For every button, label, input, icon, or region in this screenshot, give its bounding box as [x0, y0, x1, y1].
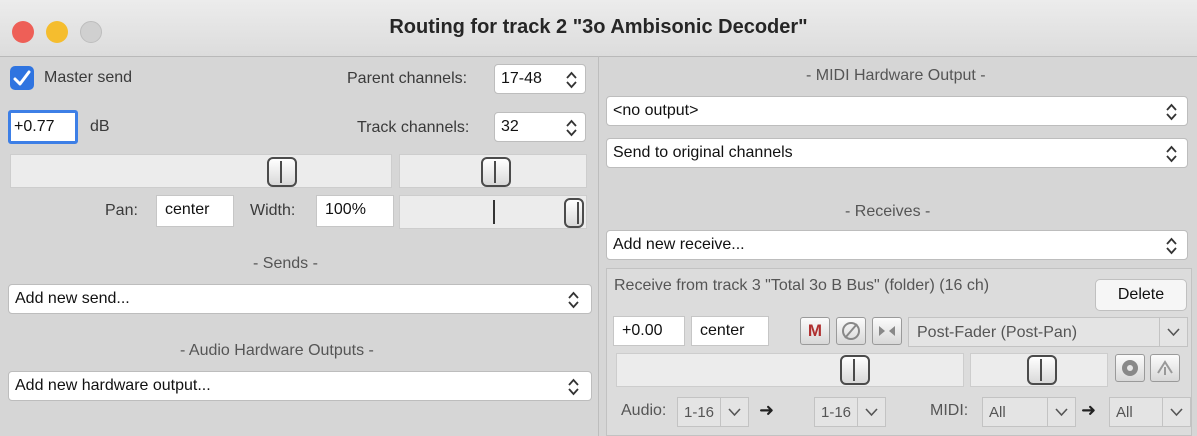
delete-receive-button[interactable]: Delete [1095, 279, 1187, 311]
add-hardware-output-select[interactable]: Add new hardware output... [8, 371, 592, 401]
chevron-down-icon [865, 408, 878, 417]
phase-icon [842, 322, 860, 340]
receive-title: Receive from track 3 "Total 3o B Bus" (f… [614, 277, 990, 294]
receive-envelope-button[interactable] [1115, 354, 1145, 382]
receive-volume-slider[interactable] [616, 353, 964, 387]
midi-output-device-select[interactable]: <no output> [606, 96, 1188, 126]
midi-source-value: All [989, 404, 1006, 421]
updown-chevron-icon [568, 378, 579, 396]
updown-chevron-icon [1166, 237, 1177, 255]
mute-button[interactable]: M [800, 317, 830, 345]
midi-output-heading: - MIDI Hardware Output - [806, 67, 986, 84]
mono-stereo-button[interactable] [872, 317, 902, 345]
gear-icon [1122, 360, 1138, 376]
dropdown-arrow [1159, 318, 1187, 346]
receive-volume-input[interactable]: +0.00 [613, 316, 685, 346]
master-volume-slider[interactable] [10, 154, 392, 188]
parent-channels-label: Parent channels: [347, 70, 468, 87]
midi-output-device-value: <no output> [613, 102, 699, 119]
parent-channels-value: 17-48 [501, 70, 542, 87]
automation-icon [1157, 360, 1173, 375]
track-channels-value: 32 [501, 118, 519, 135]
column-divider [598, 56, 599, 436]
updown-chevron-icon [566, 119, 577, 137]
audio-arrow-icon: ➜ [759, 400, 775, 420]
add-hardware-output-label: Add new hardware output... [15, 377, 211, 394]
midi-label: MIDI: [930, 402, 969, 419]
receive-pan-slider[interactable] [970, 353, 1108, 387]
receive-automation-button[interactable] [1150, 354, 1180, 382]
master-send-checkbox[interactable] [10, 66, 34, 90]
routing-window: Routing for track 2 "3o Ambisonic Decode… [0, 0, 1197, 436]
midi-arrow-icon: ➜ [1081, 400, 1097, 420]
dropdown-arrow [1047, 398, 1075, 426]
audio-source-select[interactable]: 1-16 [677, 397, 749, 427]
volume-unit-label: dB [90, 118, 110, 135]
midi-destination-select[interactable]: All [1109, 397, 1191, 427]
midi-channel-mode-value: Send to original channels [613, 144, 793, 161]
master-pan-slider[interactable] [399, 154, 587, 188]
add-send-select[interactable]: Add new send... [8, 284, 592, 314]
midi-channel-mode-select[interactable]: Send to original channels [606, 138, 1188, 168]
receive-volume-handle[interactable] [840, 355, 870, 385]
parent-channels-select[interactable]: 17-48 [494, 64, 586, 94]
receives-heading: - Receives - [845, 203, 931, 220]
updown-chevron-icon [1166, 145, 1177, 163]
receive-pan-handle[interactable] [1027, 355, 1057, 385]
width-label: Width: [250, 202, 296, 219]
title-bar: Routing for track 2 "3o Ambisonic Decode… [0, 0, 1197, 57]
sends-heading: - Sends - [253, 255, 318, 272]
phase-invert-button[interactable] [836, 317, 866, 345]
chevron-down-icon [1055, 408, 1068, 417]
volume-slider-handle[interactable] [267, 157, 297, 187]
audio-destination-select[interactable]: 1-16 [814, 397, 886, 427]
receive-item: Receive from track 3 "Total 3o B Bus" (f… [606, 268, 1192, 436]
track-channels-label: Track channels: [357, 119, 470, 136]
receive-mode-value: Post-Fader (Post-Pan) [917, 324, 1078, 341]
master-volume-input[interactable]: +0.77 [8, 110, 78, 144]
audio-source-value: 1-16 [684, 404, 715, 421]
window-title: Routing for track 2 "3o Ambisonic Decode… [389, 16, 808, 38]
add-send-label: Add new send... [15, 290, 130, 307]
pan-slider-handle[interactable] [481, 157, 511, 187]
midi-source-select[interactable]: All [982, 397, 1076, 427]
add-receive-label: Add new receive... [613, 236, 745, 253]
pan-label: Pan: [105, 202, 138, 219]
midi-destination-value: All [1116, 404, 1133, 421]
mono-stereo-icon [879, 326, 895, 336]
pan-input[interactable]: center [156, 195, 234, 227]
audio-destination-value: 1-16 [821, 404, 852, 421]
dropdown-arrow [1162, 398, 1190, 426]
updown-chevron-icon [1166, 103, 1177, 121]
width-slider-handle[interactable] [564, 198, 584, 228]
dropdown-arrow [857, 398, 885, 426]
checkmark-icon [13, 70, 31, 86]
receive-mode-select[interactable]: Post-Fader (Post-Pan) [908, 317, 1188, 347]
width-slider[interactable] [399, 195, 587, 229]
add-receive-select[interactable]: Add new receive... [606, 230, 1188, 260]
updown-chevron-icon [566, 71, 577, 89]
track-channels-select[interactable]: 32 [494, 112, 586, 142]
width-center-marker [493, 200, 495, 224]
audio-label: Audio: [621, 402, 667, 419]
chevron-down-icon [728, 408, 741, 417]
chevron-down-icon [1167, 328, 1180, 337]
width-input[interactable]: 100% [316, 195, 394, 227]
receive-pan-input[interactable]: center [691, 316, 769, 346]
chevron-down-icon [1170, 408, 1183, 417]
updown-chevron-icon [568, 291, 579, 309]
master-send-label: Master send [44, 69, 133, 86]
dropdown-arrow [720, 398, 748, 426]
hardware-outputs-heading: - Audio Hardware Outputs - [180, 342, 374, 359]
